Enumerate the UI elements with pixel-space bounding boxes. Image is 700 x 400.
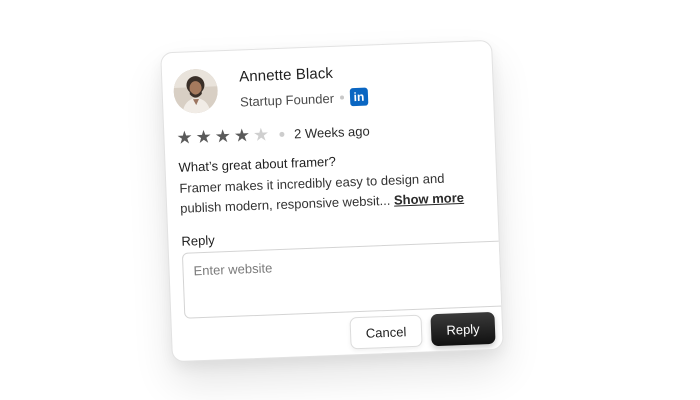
star-empty-icon: ★: [252, 124, 270, 145]
linkedin-icon[interactable]: in: [349, 87, 369, 107]
rating-row: ★ ★ ★ ★ ★ 2 Weeks ago: [176, 122, 370, 148]
review-card: Annette Black Startup Founder in ★ ★ ★ ★…: [160, 39, 504, 363]
review-body: Framer makes it incredibly easy to desig…: [179, 167, 485, 219]
reply-button[interactable]: Reply: [430, 311, 496, 347]
cancel-button[interactable]: Cancel: [349, 314, 423, 350]
separator-dot: [278, 131, 285, 137]
star-icon: ★: [214, 125, 232, 147]
author-role: Startup Founder: [239, 90, 335, 109]
star-icon: ★: [195, 126, 213, 148]
page: Annette Black Startup Founder in ★ ★ ★ ★…: [0, 0, 700, 400]
star-icon: ★: [233, 125, 251, 146]
show-more-link[interactable]: Show more: [394, 190, 465, 208]
avatar: [172, 68, 219, 114]
review-question: What’s great about framer?: [178, 153, 337, 175]
reply-input[interactable]: [181, 239, 504, 319]
author-name: Annette Black: [238, 64, 334, 86]
review-time: 2 Weeks ago: [293, 123, 370, 141]
reply-label: Reply: [181, 232, 215, 249]
separator-dot: [339, 95, 345, 100]
author-meta: Startup Founder in: [239, 87, 369, 111]
star-icon: ★: [176, 127, 193, 148]
